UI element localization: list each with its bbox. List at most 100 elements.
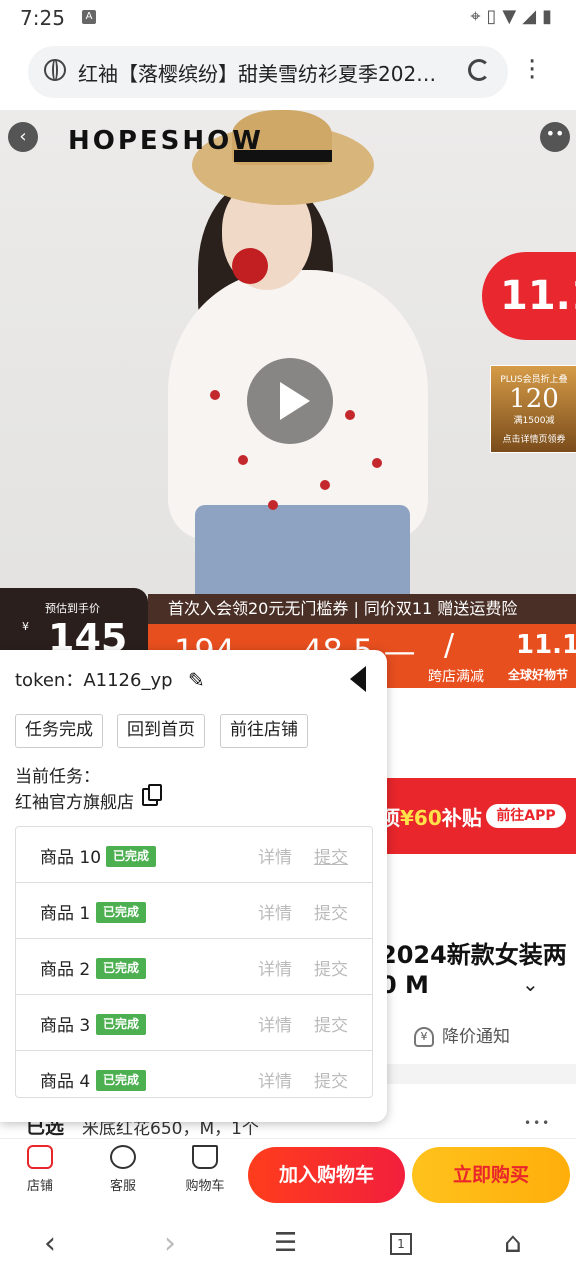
- detail-link[interactable]: 详情: [258, 955, 292, 980]
- go-to-store-button[interactable]: 前往店铺: [220, 714, 308, 748]
- cherry-print: [210, 390, 220, 400]
- double-eleven-badge[interactable]: 11.11: [482, 252, 576, 340]
- brand-logo: HOPESHOW: [68, 126, 264, 156]
- task-name: 商品 2: [40, 960, 91, 980]
- submit-link[interactable]: 提交: [314, 955, 348, 980]
- product-title-line1: 2024新款女装两: [380, 941, 567, 969]
- price-drop-notice[interactable]: ¥ 降价通知: [414, 1022, 510, 1047]
- cart-button[interactable]: 购物车: [175, 1145, 235, 1194]
- red-flower: [232, 248, 268, 284]
- cart-label: 购物车: [185, 1179, 225, 1194]
- token-value: A1126_yp: [83, 670, 173, 691]
- task-name: 商品 10: [40, 848, 102, 868]
- current-task-value: 红袖官方旗舰店: [15, 793, 134, 813]
- notification-icon: A: [82, 10, 96, 24]
- cherry-print: [372, 458, 382, 468]
- estimated-price-label: 预估到手价: [45, 602, 100, 615]
- submit-link[interactable]: 提交: [314, 899, 348, 924]
- submit-link[interactable]: 提交: [314, 1067, 348, 1092]
- task-row: 商品 3 已完成 详情 提交: [16, 995, 372, 1051]
- app-subsidy-banner[interactable]: 项¥60补贴 前往APP: [380, 778, 576, 854]
- back-home-button[interactable]: 回到首页: [117, 714, 205, 748]
- status-badge: 已完成: [96, 1014, 147, 1035]
- copy-icon[interactable]: [142, 784, 162, 806]
- play-video-icon[interactable]: [247, 358, 333, 444]
- back-icon[interactable]: ‹: [8, 122, 38, 152]
- store-button[interactable]: 店铺: [10, 1145, 70, 1194]
- task-row: 商品 2 已完成 详情 提交: [16, 939, 372, 995]
- submit-link[interactable]: 提交: [314, 843, 348, 868]
- status-badge: 已完成: [96, 1070, 147, 1091]
- task-row: 商品 4 已完成 详情 提交: [16, 1051, 372, 1097]
- tabs-icon[interactable]: 1: [390, 1233, 412, 1255]
- cherry-print: [268, 500, 278, 510]
- task-name: 商品 4: [40, 1072, 91, 1092]
- status-badge: 已完成: [96, 902, 147, 923]
- task-panel: token：A1126_yp ✎ 任务完成 回到首页 前往店铺 当前任务： 红袖…: [0, 650, 387, 1122]
- task-name: 商品 3: [40, 1016, 91, 1036]
- chevron-down-icon[interactable]: ⌄: [522, 972, 539, 996]
- status-badge: 已完成: [106, 846, 157, 867]
- current-task-label: 当前任务：: [15, 767, 100, 787]
- menu-icon[interactable]: ☰: [274, 1228, 297, 1258]
- task-row: 商品 1 已完成 详情 提交: [16, 883, 372, 939]
- edit-icon[interactable]: ✎: [188, 668, 210, 692]
- service-label: 客服: [109, 1179, 136, 1194]
- detail-link[interactable]: 详情: [258, 1011, 292, 1036]
- cherry-print: [320, 480, 330, 490]
- status-time: 7:25: [20, 6, 65, 30]
- system-navigation-bar: ‹ › ☰ 1 ⌂: [0, 1210, 576, 1280]
- task-row: 商品 10 已完成 详情 提交: [16, 827, 372, 883]
- detail-link[interactable]: 详情: [258, 899, 292, 924]
- cart-icon: [192, 1145, 218, 1169]
- subsidy-text: 项¥60补贴: [380, 802, 482, 831]
- eleven-logo: 11.11: [516, 630, 576, 660]
- home-icon[interactable]: ⌂: [504, 1226, 522, 1259]
- task-complete-button[interactable]: 任务完成: [15, 714, 103, 748]
- plus-member-coupon[interactable]: PLUS会员折上叠 120 满1500减 点击详情页领券: [490, 365, 576, 453]
- promo-strip: 首次入会领20元无门槛券 | 同价双11 赠送运费险: [148, 594, 576, 624]
- token-display: token：A1126_yp: [15, 666, 173, 692]
- plus-amount: 120: [509, 384, 559, 414]
- token-label: token：: [15, 670, 84, 691]
- price-alert-icon: ¥: [414, 1027, 434, 1047]
- cherry-print: [345, 410, 355, 420]
- purchase-action-bar: 店铺 客服 购物车 加入购物车 立即购买: [0, 1138, 576, 1209]
- system-status-icons: ⌖▯▼◢▮: [470, 6, 558, 27]
- buy-now-button[interactable]: 立即购买: [412, 1147, 570, 1203]
- open-app-button[interactable]: 前往APP: [486, 804, 566, 828]
- more-icon[interactable]: ••: [540, 122, 570, 152]
- detail-link[interactable]: 详情: [258, 843, 292, 868]
- currency-symbol: ¥: [22, 620, 29, 633]
- cherry-print: [238, 455, 248, 465]
- globe-icon: [44, 59, 66, 81]
- customer-service-button[interactable]: 客服: [93, 1145, 153, 1194]
- task-name: 商品 1: [40, 904, 91, 924]
- product-title-line2: 0 M: [380, 971, 429, 999]
- price-drop-label: 降价通知: [442, 1027, 510, 1047]
- status-bar: 7:25 A ⌖▯▼◢▮: [0, 0, 576, 36]
- reload-icon[interactable]: [468, 59, 490, 81]
- product-title: 2024新款女装两 0 M: [380, 940, 567, 1000]
- subsidy-amount: ¥60: [400, 806, 442, 830]
- submit-link[interactable]: 提交: [314, 1011, 348, 1036]
- store-label: 店铺: [26, 1179, 53, 1194]
- global-shopping-label: 全球好物节: [508, 668, 569, 682]
- detail-link[interactable]: 详情: [258, 1067, 292, 1092]
- browser-menu-icon[interactable]: · · ·: [528, 49, 536, 91]
- add-to-cart-button[interactable]: 加入购物车: [248, 1147, 405, 1203]
- task-list[interactable]: 商品 10 已完成 详情 提交 商品 1 已完成 详情 提交 商品 2 已完成 …: [15, 826, 373, 1098]
- subsidy-suffix: 补贴: [441, 806, 482, 830]
- address-bar[interactable]: 红袖【落樱缤纷】甜美雪纺衫夏季202…: [28, 46, 508, 98]
- status-badge: 已完成: [96, 958, 147, 979]
- plus-line2: 满1500减: [513, 416, 555, 426]
- cross-store-discount: 跨店满减: [428, 669, 484, 685]
- forward-arrow-icon[interactable]: ›: [164, 1226, 176, 1261]
- collapse-panel-icon[interactable]: [350, 666, 366, 692]
- chat-icon: [110, 1145, 136, 1169]
- back-arrow-icon[interactable]: ‹: [44, 1226, 56, 1261]
- page-title[interactable]: 红袖【落樱缤纷】甜美雪纺衫夏季202…: [78, 58, 448, 87]
- store-icon: [27, 1145, 53, 1169]
- plus-line3: 点击详情页领券: [502, 435, 566, 445]
- more-dots-icon[interactable]: •••: [524, 1116, 551, 1130]
